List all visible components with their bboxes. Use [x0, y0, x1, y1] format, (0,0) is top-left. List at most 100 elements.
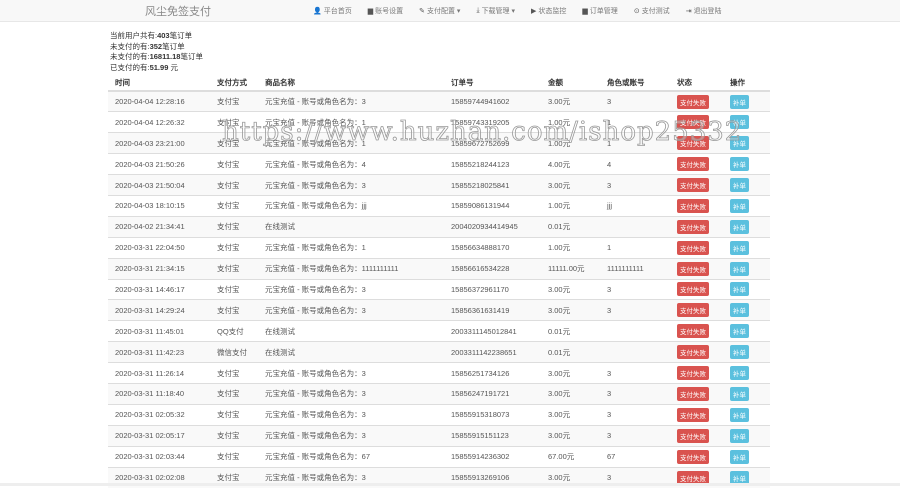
- nav-item-7[interactable]: ⇥ 退出登陆: [686, 6, 722, 16]
- column-header: 支付方式: [210, 75, 258, 92]
- amount: 0.01元: [541, 320, 600, 342]
- reissue-button[interactable]: 补单: [730, 386, 749, 401]
- amount: 3.00元: [541, 278, 600, 300]
- order-number: 15855914236302: [444, 445, 541, 468]
- product-name: 元宝充值 - 账号或角色名为：1: [258, 132, 444, 154]
- nav-item-0[interactable]: 👤 平台首页: [313, 6, 352, 16]
- order-time: 2020-03-31 14:46:17: [108, 278, 210, 300]
- reissue-button[interactable]: 补单: [730, 94, 749, 109]
- pay-method: 支付宝: [210, 382, 258, 405]
- reissue-button[interactable]: 补单: [730, 136, 749, 151]
- table-row: 2020-03-31 02:03:44 支付宝 元宝充值 - 账号或角色名为：67 1…: [108, 445, 770, 468]
- reissue-button[interactable]: 补单: [730, 219, 749, 234]
- order-time: 2020-03-31 11:45:01: [108, 320, 210, 342]
- stat-unpaid-orders: 未支付的有:352笔订单: [110, 42, 203, 53]
- circle-dot-icon: ⊙: [633, 7, 640, 15]
- orders-table: 时间 支付方式 商品名称 订单号 金额 角色或账号 状态 操作 2020-04-04 12:2…: [108, 75, 770, 488]
- reissue-button[interactable]: 补单: [730, 198, 749, 213]
- action-cell: 补单: [723, 403, 770, 426]
- order-number: 15855915318073: [444, 403, 541, 426]
- action-cell: 补单: [723, 111, 770, 133]
- order-number: 15855218244123: [444, 153, 541, 175]
- logout-icon: ⇥: [685, 7, 692, 15]
- amount: 1.00元: [541, 111, 600, 133]
- stat-value: 16811.18: [149, 52, 181, 61]
- status-badge: 支付失败: [677, 240, 709, 255]
- stat-label: 当前用户共有:: [110, 31, 158, 40]
- status-badge: 支付失败: [677, 386, 709, 401]
- nav-item-label: 下载管理 ▾: [481, 7, 516, 15]
- reissue-button[interactable]: 补单: [730, 178, 749, 192]
- status-badge: 支付失败: [677, 428, 709, 443]
- nav-item-1[interactable]: ▆ 账号设置: [368, 6, 403, 16]
- amount: 11111.00元: [541, 257, 600, 280]
- role-account: 1: [600, 236, 670, 259]
- nav-item-label: 订单管理: [589, 7, 618, 15]
- pay-method: 支付宝: [210, 236, 258, 259]
- amount: 3.00元: [541, 403, 600, 426]
- pay-method: 支付宝: [210, 153, 258, 175]
- order-number: 2003311145012841: [444, 320, 541, 342]
- brand-title[interactable]: 风尘免签支付: [145, 3, 211, 19]
- reissue-button[interactable]: 补单: [730, 282, 749, 297]
- pay-method: 支付宝: [210, 445, 258, 468]
- order-time: 2020-04-02 21:34:41: [108, 215, 210, 238]
- reissue-button[interactable]: 补单: [730, 157, 749, 172]
- table-row: 2020-03-31 22:04:50 支付宝 元宝充值 - 账号或角色名为：1 15…: [108, 236, 770, 259]
- status-cell: 支付失败: [670, 111, 723, 133]
- status-badge: 支付失败: [677, 407, 709, 422]
- reissue-button[interactable]: 补单: [730, 449, 749, 464]
- order-stats: 当前用户共有:403笔订单 未支付的有:352笔订单 未支付的有:16811.1…: [110, 31, 203, 73]
- reissue-button[interactable]: 补单: [730, 345, 749, 360]
- table-row: 2020-04-04 12:28:16 支付宝 元宝充值 - 账号或角色名为：3 15…: [108, 90, 770, 112]
- product-name: 元宝充值 - 账号或角色名为：3: [258, 362, 444, 384]
- reissue-button[interactable]: 补单: [730, 428, 749, 443]
- reissue-button[interactable]: 补单: [730, 261, 749, 276]
- role-account: 1111111111: [600, 257, 670, 280]
- status-cell: 支付失败: [670, 257, 723, 280]
- nav-item-6[interactable]: ⊙ 支付测试: [634, 6, 670, 16]
- nav-item-2[interactable]: ✎ 支付配置 ▾: [419, 6, 460, 16]
- pay-method: 支付宝: [210, 215, 258, 238]
- nav-item-4[interactable]: ▶ 状态监控: [531, 6, 566, 16]
- stat-value: 403: [157, 31, 170, 40]
- action-cell: 补单: [723, 445, 770, 468]
- table-row: 2020-04-02 21:34:41 支付宝 在线测试 20040209344149…: [108, 215, 770, 238]
- play-icon: ▶: [531, 7, 537, 15]
- product-name: 元宝充值 - 账号或角色名为：3: [258, 299, 444, 321]
- navbar: 风尘免签支付 👤 平台首页 ▆ 账号设置 ✎ 支付配置 ▾ ⤓ 下载管理 ▾ ▶ 状态监控 ▆ 订单管…: [0, 0, 900, 22]
- status-badge: 支付失败: [677, 178, 709, 192]
- pay-method: QQ支付: [210, 320, 258, 342]
- column-header: 状态: [670, 75, 723, 92]
- nav-item-5[interactable]: ▆ 订单管理: [582, 6, 617, 16]
- stat-unit: 笔订单: [162, 41, 185, 51]
- reissue-button[interactable]: 补单: [730, 115, 749, 130]
- table-row: 2020-03-31 11:18:40 支付宝 元宝充值 - 账号或角色名为：3 15…: [108, 382, 770, 405]
- reissue-button[interactable]: 补单: [730, 407, 749, 422]
- reissue-button[interactable]: 补单: [730, 240, 749, 255]
- status-cell: 支付失败: [670, 299, 723, 321]
- pay-method: 支付宝: [210, 278, 258, 300]
- product-name: 在线测试: [258, 215, 444, 238]
- product-name: 元宝充值 - 账号或角色名为：1111111111: [258, 257, 444, 280]
- action-cell: 补单: [723, 278, 770, 300]
- order-time: 2020-03-31 11:26:14: [108, 362, 210, 384]
- order-time: 2020-04-04 12:26:32: [108, 111, 210, 133]
- pay-method: 支付宝: [210, 132, 258, 154]
- column-header: 角色或账号: [600, 75, 670, 92]
- order-number: 15859743319205: [444, 111, 541, 133]
- order-number: 15859744941602: [444, 90, 541, 112]
- nav-item-3[interactable]: ⤓ 下载管理 ▾: [476, 6, 515, 16]
- column-header: 时间: [108, 75, 210, 92]
- reissue-button[interactable]: 补单: [730, 366, 749, 381]
- pay-method: 支付宝: [210, 174, 258, 196]
- table-row: 2020-04-03 23:21:00 支付宝 元宝充值 - 账号或角色名为：1 15…: [108, 132, 770, 154]
- order-number: 15856634888170: [444, 236, 541, 259]
- column-header: 操作: [723, 75, 770, 92]
- status-cell: 支付失败: [670, 424, 723, 447]
- reissue-button[interactable]: 补单: [730, 303, 749, 318]
- column-header: 商品名称: [258, 75, 444, 92]
- product-name: 在线测试: [258, 341, 444, 363]
- list-icon: ▆: [582, 7, 588, 15]
- reissue-button[interactable]: 补单: [730, 324, 749, 339]
